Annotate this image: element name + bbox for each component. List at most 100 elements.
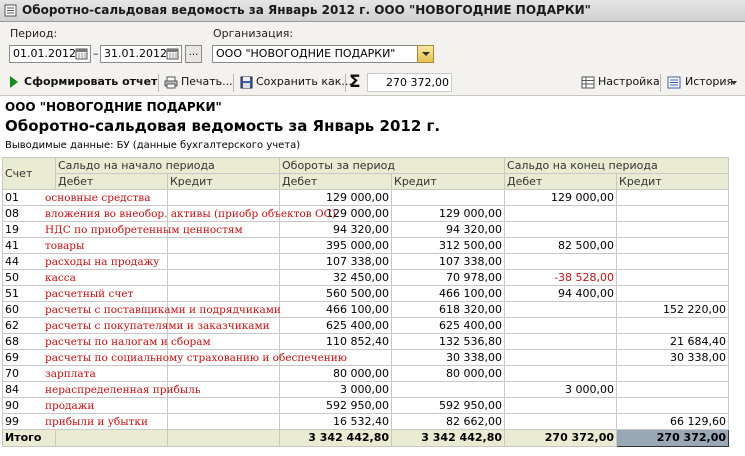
closing-debit-cell[interactable] [504, 397, 618, 414]
closing-debit-cell[interactable]: 82 500,00 [504, 237, 618, 254]
turnover-debit-cell[interactable]: 625 400,00 [279, 317, 393, 334]
closing-credit-cell[interactable] [616, 317, 730, 334]
calendar-icon[interactable] [75, 47, 88, 60]
turnover-credit-cell[interactable]: 312 500,00 [391, 237, 506, 254]
turnover-debit-cell[interactable]: 3 000,00 [279, 381, 393, 398]
account-cell[interactable]: 68 расчеты по налогам и сборам [2, 333, 211, 350]
account-cell[interactable]: 60 расчеты с поставщиками и подрядчиками [2, 301, 281, 318]
table-row[interactable]: 50 касса 32 450,00 70 978,00 -38 528,00 [2, 269, 730, 286]
turnover-debit-cell[interactable]: 110 852,40 [279, 333, 393, 350]
opening-credit-cell[interactable] [166, 413, 281, 430]
calendar-icon[interactable] [166, 47, 179, 60]
turnover-debit-cell[interactable]: 16 532,40 [279, 413, 393, 430]
account-cell[interactable]: 19 НДС по приобретенным ценностям [2, 221, 243, 238]
table-row[interactable]: 60 расчеты с поставщиками и подрядчиками 4… [2, 301, 730, 318]
closing-credit-cell[interactable] [616, 205, 730, 222]
closing-credit-cell[interactable] [616, 381, 730, 398]
closing-debit-cell[interactable] [504, 301, 618, 318]
opening-credit-cell[interactable] [166, 189, 281, 206]
closing-credit-cell[interactable] [616, 253, 730, 270]
table-row[interactable]: 51 расчетный счет 560 500,00 466 100,00 94 4… [2, 285, 730, 302]
sigma-icon[interactable]: Σ [349, 72, 361, 92]
closing-credit-cell[interactable] [616, 237, 730, 254]
closing-credit-cell[interactable]: 66 129,60 [616, 413, 730, 430]
turnover-debit-cell[interactable]: 560 500,00 [279, 285, 393, 302]
print-button[interactable]: Печать... [181, 75, 233, 88]
turnover-debit-cell[interactable]: 129 000,00 [279, 189, 393, 206]
turnover-credit-cell[interactable]: 592 950,00 [391, 397, 506, 414]
table-row[interactable]: 08 вложения во внеобор. активы (приобр об… [2, 205, 730, 222]
table-row[interactable]: 69 расчеты по социальному страхованию и о… [2, 349, 730, 366]
turnover-credit-cell[interactable]: 82 662,00 [391, 413, 506, 430]
closing-credit-cell[interactable]: 30 338,00 [616, 349, 730, 366]
opening-credit-cell[interactable] [166, 237, 281, 254]
table-row[interactable]: 41 товары 395 000,00 312 500,00 82 500,00 [2, 237, 730, 254]
org-dropdown-button[interactable] [417, 45, 434, 63]
account-cell[interactable]: 50 касса [2, 269, 168, 286]
turnover-credit-cell[interactable]: 30 338,00 [391, 349, 506, 366]
closing-credit-cell[interactable] [616, 269, 730, 286]
save-as-button[interactable]: Сохранить как... [256, 75, 352, 88]
table-row[interactable]: 19 НДС по приобретенным ценностям 94 320,0… [2, 221, 730, 238]
opening-credit-cell[interactable] [166, 285, 281, 302]
account-cell[interactable]: 99 прибыли и убытки [2, 413, 168, 430]
opening-credit-cell[interactable] [166, 365, 281, 382]
closing-debit-cell[interactable] [504, 205, 618, 222]
turnover-debit-cell[interactable]: 466 100,00 [279, 301, 393, 318]
closing-debit-cell[interactable] [504, 365, 618, 382]
table-row[interactable]: 44 расходы на продажу 107 338,00 107 338,00 [2, 253, 730, 270]
closing-credit-cell[interactable] [616, 285, 730, 302]
opening-credit-cell[interactable] [166, 269, 281, 286]
account-cell[interactable]: 01 основные средства [2, 189, 168, 206]
turnover-credit-cell[interactable] [391, 381, 506, 398]
closing-credit-cell[interactable] [616, 365, 730, 382]
chevron-down-icon[interactable] [731, 81, 737, 85]
account-cell[interactable]: 44 расходы на продажу [2, 253, 168, 270]
table-row[interactable]: 70 зарплата 80 000,00 80 000,00 [2, 365, 730, 382]
turnover-credit-cell[interactable]: 94 320,00 [391, 221, 506, 238]
closing-credit-cell[interactable]: 152 220,00 [616, 301, 730, 318]
closing-credit-cell[interactable] [616, 189, 730, 206]
closing-debit-cell[interactable] [504, 413, 618, 430]
account-cell[interactable]: 70 зарплата [2, 365, 168, 382]
closing-debit-cell[interactable]: 3 000,00 [504, 381, 618, 398]
closing-debit-cell[interactable]: -38 528,00 [504, 269, 618, 286]
table-row[interactable]: 84 нераспределенная прибыль 3 000,00 3 000,… [2, 381, 730, 398]
closing-debit-cell[interactable] [504, 317, 618, 334]
turnover-debit-cell[interactable]: 592 950,00 [279, 397, 393, 414]
opening-credit-cell[interactable] [166, 253, 281, 270]
closing-credit-cell[interactable] [616, 221, 730, 238]
table-row[interactable]: 99 прибыли и убытки 16 532,40 82 662,00 66 1… [2, 413, 730, 430]
account-cell[interactable]: 08 вложения во внеобор. активы (приобр об… [2, 205, 336, 222]
turnover-credit-cell[interactable]: 70 978,00 [391, 269, 506, 286]
turnover-debit-cell[interactable]: 395 000,00 [279, 237, 393, 254]
turnover-credit-cell[interactable]: 80 000,00 [391, 365, 506, 382]
turnover-credit-cell[interactable]: 618 320,00 [391, 301, 506, 318]
account-cell[interactable]: 41 товары [2, 237, 168, 254]
closing-credit-cell[interactable]: 21 684,40 [616, 333, 730, 350]
opening-credit-cell[interactable] [166, 397, 281, 414]
turnover-debit-cell[interactable]: 80 000,00 [279, 365, 393, 382]
turnover-credit-cell[interactable]: 129 000,00 [391, 205, 506, 222]
table-row[interactable]: 68 расчеты по налогам и сборам 110 852,40 1… [2, 333, 730, 350]
closing-debit-cell[interactable] [504, 333, 618, 350]
history-button[interactable]: История [685, 75, 733, 88]
turnover-credit-cell[interactable]: 625 400,00 [391, 317, 506, 334]
turnover-debit-cell[interactable]: 94 320,00 [279, 221, 393, 238]
account-cell[interactable]: 62 расчеты с покупателями и заказчиками [2, 317, 270, 334]
turnover-credit-cell[interactable]: 466 100,00 [391, 285, 506, 302]
turnover-credit-cell[interactable]: 132 536,80 [391, 333, 506, 350]
settings-button[interactable]: Настройка [598, 75, 660, 88]
table-row[interactable]: 62 расчеты с покупателями и заказчиками 62… [2, 317, 730, 334]
total-closing-credit[interactable]: 270 372,00 [616, 429, 730, 447]
account-cell[interactable]: 51 расчетный счет [2, 285, 168, 302]
closing-debit-cell[interactable] [504, 221, 618, 238]
closing-debit-cell[interactable]: 94 400,00 [504, 285, 618, 302]
closing-debit-cell[interactable] [504, 349, 618, 366]
generate-report-button[interactable]: Сформировать отчет [24, 75, 157, 88]
turnover-credit-cell[interactable] [391, 189, 506, 206]
period-select-button[interactable]: ... [185, 45, 202, 63]
account-cell[interactable]: 90 продажи [2, 397, 168, 414]
closing-debit-cell[interactable]: 129 000,00 [504, 189, 618, 206]
org-select[interactable]: ООО "НОВОГОДНИЕ ПОДАРКИ" [212, 45, 418, 63]
